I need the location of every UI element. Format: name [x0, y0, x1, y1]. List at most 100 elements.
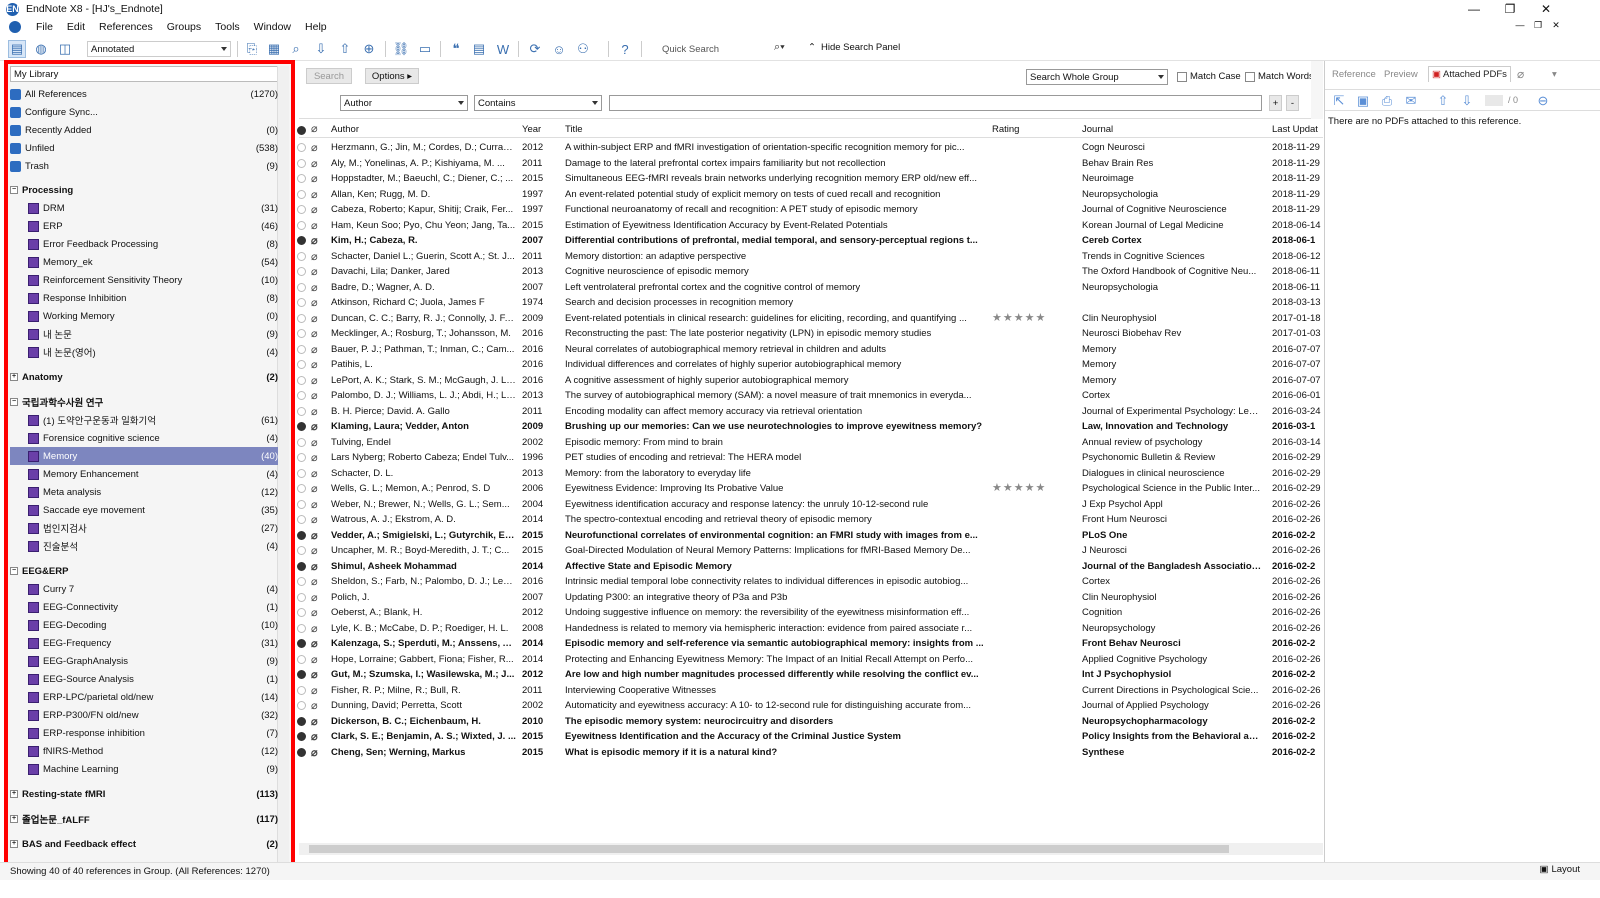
- search-icon[interactable]: ⌕▾: [774, 41, 785, 54]
- group-set-header[interactable]: + Anatomy (2): [10, 368, 278, 386]
- read-status-icon[interactable]: [297, 298, 306, 307]
- table-row[interactable]: ⌀ Polich, J. 2007 Updating P300: an integra…: [297, 590, 1323, 606]
- read-status-icon[interactable]: [297, 484, 306, 493]
- table-row[interactable]: ⌀ Palombo, D. J.; Williams, L. J.; Abdi, …: [297, 388, 1323, 404]
- local-library-mode-icon[interactable]: ▤: [8, 40, 26, 58]
- read-status-icon[interactable]: [297, 561, 306, 571]
- collapse-icon[interactable]: −: [10, 567, 18, 575]
- read-status-icon[interactable]: [297, 546, 306, 555]
- read-status-icon[interactable]: [297, 685, 306, 695]
- group-set-header[interactable]: + 졸업논문_fALFF (117): [10, 810, 278, 828]
- table-row[interactable]: ⌀ Vedder, A.; Smigielski, L.; Gutyrchik, …: [297, 528, 1323, 544]
- read-status-icon[interactable]: [297, 406, 306, 416]
- search-field-select[interactable]: Author: [340, 95, 468, 111]
- group-item[interactable]: EEG-Connectivity (1): [10, 598, 278, 616]
- table-row[interactable]: ⌀ Duncan, C. C.; Barry, R. J.; Connolly, …: [297, 311, 1323, 327]
- read-status-icon[interactable]: [297, 654, 306, 664]
- group-item[interactable]: DRM (31): [10, 199, 278, 217]
- open-file-icon[interactable]: ▭: [416, 40, 434, 58]
- doc-minimize-icon[interactable]: —: [1512, 20, 1528, 30]
- expand-icon[interactable]: +: [10, 840, 18, 848]
- group-item[interactable]: 내 논문(영어) (4): [10, 343, 278, 361]
- table-row[interactable]: ⌀ Shimul, Asheek Mohammad 2014 Affective St…: [297, 559, 1323, 575]
- group-item[interactable]: Machine Learning (9): [10, 760, 278, 778]
- add-search-row-button[interactable]: +: [1269, 95, 1282, 111]
- table-row[interactable]: ⌀ Kalenzaga, S.; Sperduti, M.; Anssens, A…: [297, 636, 1323, 652]
- read-status-icon[interactable]: [297, 174, 306, 183]
- read-status-icon[interactable]: [297, 422, 306, 431]
- table-row[interactable]: ⌀ Dunning, David; Perretta, Scott 2002 Auto…: [297, 698, 1323, 714]
- group-item[interactable]: Saccade eye movement (35): [10, 501, 278, 519]
- integrated-library-mode-icon[interactable]: ◫: [56, 40, 74, 58]
- table-row[interactable]: ⌀ Cheng, Sen; Werning, Markus 2015 What is …: [297, 745, 1323, 761]
- read-status-icon[interactable]: [297, 143, 306, 152]
- read-status-icon[interactable]: [297, 282, 306, 292]
- help-icon[interactable]: ?: [616, 40, 634, 58]
- table-row[interactable]: ⌀ LePort, A. K.; Stark, S. M.; McGaugh, J…: [297, 373, 1323, 389]
- format-bibliography-icon[interactable]: ▤: [470, 40, 488, 58]
- column-year[interactable]: Year: [522, 124, 541, 135]
- copy-formatted-icon[interactable]: ⎘: [243, 40, 261, 58]
- open-link-icon[interactable]: ⛓: [392, 40, 410, 58]
- group-item[interactable]: Error Feedback Processing (8): [10, 235, 278, 253]
- read-status-icon[interactable]: [297, 670, 306, 679]
- column-rating[interactable]: Rating: [992, 124, 1019, 135]
- tab-reference[interactable]: Reference: [1329, 66, 1379, 82]
- cell-rating[interactable]: ★★★★★: [992, 481, 1072, 494]
- table-row[interactable]: ⌀ Hope, Lorraine; Gabbert, Fiona; Fisher,…: [297, 652, 1323, 668]
- remove-search-row-button[interactable]: -: [1286, 95, 1299, 111]
- online-search-mode-icon[interactable]: ◍: [32, 40, 50, 58]
- column-last-updated[interactable]: Last Updat: [1272, 124, 1318, 135]
- read-status-icon[interactable]: [297, 158, 306, 168]
- table-row[interactable]: ⌀ Lars Nyberg; Roberto Cabeza; Endel Tulv…: [297, 450, 1323, 466]
- previous-page-icon[interactable]: ⇧: [1435, 93, 1451, 109]
- table-row[interactable]: ⌀ Weber, N.; Brewer, N.; Wells, G. L.; Se…: [297, 497, 1323, 513]
- table-row[interactable]: ⌀ Atkinson, Richard C; Juola, James F 1974…: [297, 295, 1323, 311]
- table-row[interactable]: ⌀ Lyle, K. B.; McCabe, D. P.; Roediger, H…: [297, 621, 1323, 637]
- search-operator-select[interactable]: Contains: [474, 95, 602, 111]
- email-icon[interactable]: ✉: [1403, 93, 1419, 109]
- match-words-checkbox[interactable]: Match Words: [1245, 71, 1314, 82]
- read-status-icon[interactable]: [297, 205, 306, 214]
- page-number-input[interactable]: [1485, 95, 1503, 106]
- group-set-header[interactable]: − Processing: [10, 181, 278, 199]
- insert-citation-icon[interactable]: ❝: [447, 40, 465, 58]
- read-status-icon[interactable]: [297, 329, 306, 338]
- expand-icon[interactable]: +: [10, 815, 18, 823]
- table-row[interactable]: ⌀ Tulving, Endel 2002 Episodic memory: From…: [297, 435, 1323, 451]
- table-row[interactable]: ⌀ Badre, D.; Wagner, A. D. 2007 Left ventro…: [297, 280, 1323, 296]
- read-status-icon[interactable]: [297, 577, 306, 586]
- document-menu-icon[interactable]: [9, 21, 21, 33]
- group-item[interactable]: Memory (40): [10, 447, 278, 465]
- doc-restore-icon[interactable]: ❐: [1530, 20, 1546, 31]
- menu-references[interactable]: References: [92, 21, 160, 33]
- layout-button[interactable]: ▣ Layout: [1539, 864, 1580, 875]
- table-row[interactable]: ⌀ Herzmann, G.; Jin, M.; Cordes, D.; Curr…: [297, 140, 1323, 156]
- close-button[interactable]: ✕: [1528, 0, 1564, 18]
- read-status-icon[interactable]: [297, 375, 306, 385]
- expand-icon[interactable]: +: [10, 373, 18, 381]
- read-status-icon[interactable]: [297, 189, 306, 199]
- print-icon[interactable]: ⎙: [1379, 93, 1395, 109]
- table-row[interactable]: ⌀ Wells, G. L.; Memon, A.; Penrod, S. D 20…: [297, 481, 1323, 497]
- table-row[interactable]: ⌀ Dickerson, B. C.; Eichenbaum, H. 2010 The…: [297, 714, 1323, 730]
- menu-help[interactable]: Help: [298, 21, 334, 33]
- output-style-select[interactable]: Annotated: [87, 41, 231, 57]
- group-item[interactable]: EEG-Source Analysis (1): [10, 670, 278, 688]
- library-item[interactable]: Configure Sync...: [10, 103, 278, 121]
- cell-rating[interactable]: ★★★★★: [992, 311, 1072, 324]
- column-journal[interactable]: Journal: [1082, 124, 1113, 135]
- read-status-icon[interactable]: [297, 747, 306, 757]
- group-item[interactable]: Forensice cognitive science (4): [10, 429, 278, 447]
- match-case-checkbox[interactable]: Match Case: [1177, 71, 1241, 82]
- doc-close-icon[interactable]: ✕: [1548, 20, 1564, 31]
- menu-edit[interactable]: Edit: [60, 21, 92, 33]
- group-item[interactable]: Memory_ek (54): [10, 253, 278, 271]
- menu-file[interactable]: File: [29, 21, 60, 33]
- table-row[interactable]: ⌀ Aly, M.; Yonelinas, A. P.; Kishiyama, M…: [297, 156, 1323, 172]
- table-row[interactable]: ⌀ Klaming, Laura; Vedder, Anton 2009 Brushi…: [297, 419, 1323, 435]
- read-status-icon[interactable]: [297, 468, 306, 478]
- group-item[interactable]: ERP-LPC/parietal old/new (14): [10, 688, 278, 706]
- return-to-word-icon[interactable]: W: [494, 40, 512, 58]
- read-status-icon[interactable]: [297, 220, 306, 230]
